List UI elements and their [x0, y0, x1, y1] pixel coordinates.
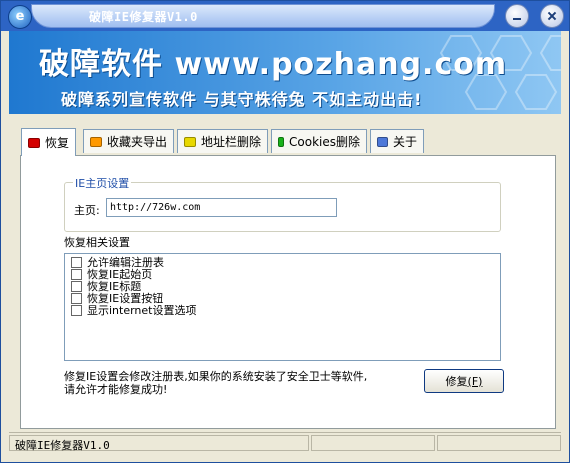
status-text: 破障IE修复器V1.0 [15, 439, 110, 452]
tab-label: Cookies删除 [289, 135, 360, 149]
tab-label: 收藏夹导出 [106, 135, 167, 149]
status-cell-3 [437, 435, 561, 451]
repair-button-label: 修复 [445, 375, 468, 388]
orange-tab-icon [90, 136, 102, 147]
repair-note: 修复IE设置会修改注册表,如果你的系统安装了安全卫士等软件, 请允许才能修复成功… [64, 370, 367, 396]
green-tab-icon [278, 136, 285, 147]
checkbox[interactable] [71, 268, 82, 280]
checkbox[interactable] [71, 304, 82, 316]
homepage-input[interactable] [106, 198, 337, 217]
checkbox[interactable] [71, 256, 82, 268]
banner: 破障软件 www.pozhang.com 破障系列宣传软件 与其守株待兔 不如主… [9, 31, 561, 114]
ie-logo-icon: e [8, 5, 32, 29]
title-bar[interactable]: e 破障IE修复器V1.0 [1, 1, 569, 31]
tab-label: 关于 [392, 135, 417, 149]
status-bar: 破障IE修复器V1.0 [9, 432, 561, 453]
tab-restore[interactable]: 恢复 [21, 128, 76, 156]
tab-address-bar-delete[interactable]: 地址栏删除 [177, 129, 268, 153]
repair-note-line2: 请允许才能修复成功! [64, 383, 168, 396]
tab-label: 恢复 [44, 136, 69, 150]
repair-note-line1: 修复IE设置会修改注册表,如果你的系统安装了安全卫士等软件, [64, 370, 368, 383]
app-window: e 破障IE修复器V1.0 破障软件 www.pozhang.com 破障系列宣… [0, 0, 570, 463]
red-tab-icon [28, 137, 40, 148]
option-label: 显示internet设置选项 [87, 304, 197, 317]
ie-homepage-group-label: IE主页设置 [73, 175, 132, 191]
tab-label: 地址栏删除 [200, 135, 261, 149]
status-cell-2 [311, 435, 435, 451]
close-icon [547, 11, 557, 21]
minimize-icon [513, 18, 521, 20]
option-show-internet-settings[interactable]: 显示internet设置选项 [71, 304, 197, 317]
repair-button[interactable]: 修复 (F) [424, 369, 504, 393]
minimize-button[interactable] [505, 4, 529, 28]
tab-cookies-delete[interactable]: Cookies删除 [271, 129, 367, 153]
banner-slogan: 破障系列宣传软件 与其守株待兔 不如主动出击! [61, 90, 423, 109]
blue-tab-icon [377, 136, 388, 147]
window-title: 破障IE修复器V1.0 [89, 10, 198, 24]
restore-settings-label: 恢复相关设置 [64, 236, 130, 249]
checkbox[interactable] [71, 292, 82, 304]
checkbox[interactable] [71, 280, 82, 292]
restore-options-list[interactable]: 允许编辑注册表 恢复IE起始页 恢复IE标题 恢复IE设置按钮 显示intern… [64, 253, 501, 361]
tab-about[interactable]: 关于 [370, 129, 424, 153]
yellow-tab-icon [184, 136, 196, 147]
close-button[interactable] [540, 4, 564, 28]
repair-button-hotkey: (F) [467, 374, 483, 388]
homepage-label: 主页: [74, 204, 100, 217]
banner-title: 破障软件 www.pozhang.com [39, 47, 508, 82]
tab-favorites-export[interactable]: 收藏夹导出 [83, 129, 174, 153]
